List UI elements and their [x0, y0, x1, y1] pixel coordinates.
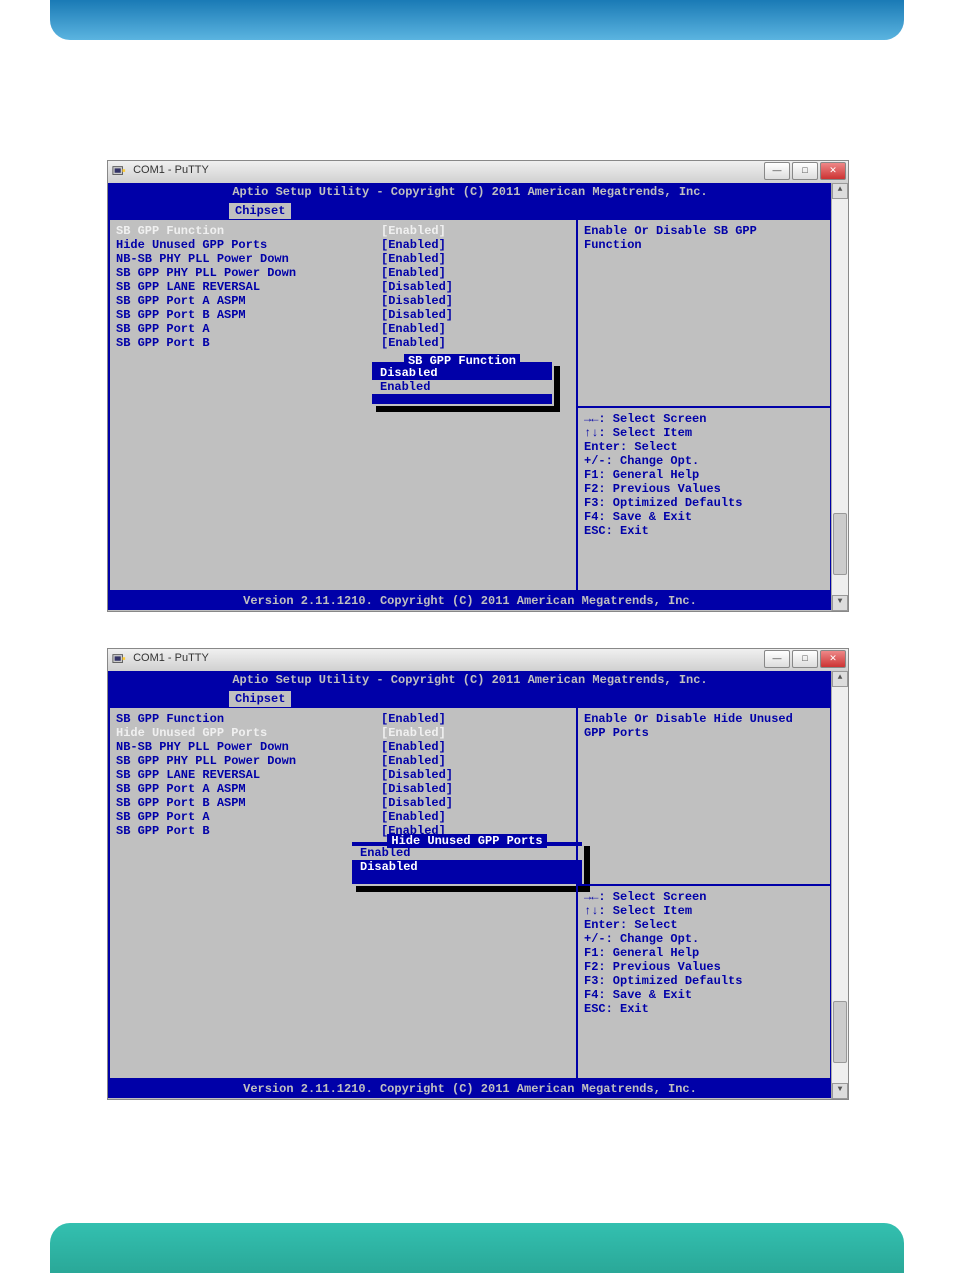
- help-divider: [578, 406, 830, 408]
- setting-row[interactable]: SB GPP Port A[Enabled]: [116, 322, 576, 336]
- bios-body: SB GPP Function[Enabled] Hide Unused GPP…: [108, 220, 832, 592]
- nav-hint: F1: General Help: [584, 468, 824, 482]
- help-text: Enable Or Disable Hide Unused: [584, 712, 824, 726]
- nav-hint: ESC: Exit: [584, 1002, 824, 1016]
- help-panel: Enable Or Disable SB GPP Function →←: Se…: [576, 220, 830, 590]
- nav-hint: ↑↓: Select Item: [584, 426, 824, 440]
- scroll-up-icon[interactable]: ▲: [832, 183, 848, 199]
- setting-row[interactable]: SB GPP Port B[Enabled]: [116, 336, 576, 350]
- scroll-up-icon[interactable]: ▲: [832, 671, 848, 687]
- nav-hint: F2: Previous Values: [584, 960, 824, 974]
- help-divider: [578, 884, 830, 886]
- bios-body: SB GPP Function[Enabled] Hide Unused GPP…: [108, 708, 832, 1080]
- nav-hint: →←: Select Screen: [584, 890, 824, 904]
- popup-sb-gpp-function: SB GPP Function Disabled Enabled: [370, 360, 554, 406]
- maximize-button[interactable]: □: [792, 162, 818, 180]
- nav-hint: F4: Save & Exit: [584, 988, 824, 1002]
- tab-chipset[interactable]: Chipset: [228, 202, 292, 220]
- close-button[interactable]: ✕: [820, 650, 846, 668]
- popup-option-enabled[interactable]: Enabled: [372, 380, 552, 394]
- terminal-area: Aptio Setup Utility - Copyright (C) 2011…: [108, 183, 832, 611]
- tab-chipset[interactable]: Chipset: [228, 690, 292, 708]
- minimize-button[interactable]: —: [764, 650, 790, 668]
- page-header-bar: [50, 0, 904, 40]
- nav-hint: ↑↓: Select Item: [584, 904, 824, 918]
- minimize-button[interactable]: —: [764, 162, 790, 180]
- setting-row[interactable]: SB GPP LANE REVERSAL[Disabled]: [116, 280, 576, 294]
- nav-hint: F3: Optimized Defaults: [584, 974, 824, 988]
- putty-icon: [112, 652, 126, 666]
- page-footer-bar: [50, 1223, 904, 1273]
- vertical-scrollbar[interactable]: ▲ ▼: [831, 183, 848, 611]
- help-text: GPP Ports: [584, 726, 824, 740]
- setting-row[interactable]: SB GPP Port B ASPM[Disabled]: [116, 796, 576, 810]
- setting-row[interactable]: SB GPP Port A ASPM[Disabled]: [116, 782, 576, 796]
- maximize-button[interactable]: □: [792, 650, 818, 668]
- help-panel: Enable Or Disable Hide Unused GPP Ports …: [576, 708, 830, 1078]
- bios-footer: Version 2.11.1210. Copyright (C) 2011 Am…: [108, 1080, 832, 1098]
- setting-row[interactable]: SB GPP Function[Enabled]: [116, 224, 576, 238]
- window-title: COM1 - PuTTY: [133, 164, 209, 176]
- setting-row[interactable]: Hide Unused GPP Ports[Enabled]: [116, 238, 576, 252]
- setting-row[interactable]: SB GPP LANE REVERSAL[Disabled]: [116, 768, 576, 782]
- window-title: COM1 - PuTTY: [133, 652, 209, 664]
- scroll-thumb[interactable]: [833, 513, 847, 575]
- setting-row[interactable]: SB GPP Port A ASPM[Disabled]: [116, 294, 576, 308]
- popup-option-disabled[interactable]: Disabled: [352, 860, 582, 874]
- nav-hint: F3: Optimized Defaults: [584, 496, 824, 510]
- popup-option-disabled[interactable]: Disabled: [372, 366, 552, 380]
- nav-hint: →←: Select Screen: [584, 412, 824, 426]
- popup-option-enabled[interactable]: Enabled: [352, 846, 582, 860]
- popup-title: SB GPP Function: [372, 354, 552, 368]
- popup-hide-unused-gpp-ports: Hide Unused GPP Ports Enabled Disabled: [350, 840, 584, 886]
- help-text: Function: [584, 238, 824, 252]
- bios-tab-row: Chipset: [108, 201, 832, 220]
- setting-row[interactable]: SB GPP Function[Enabled]: [116, 712, 576, 726]
- scroll-down-icon[interactable]: ▼: [832, 595, 848, 611]
- nav-hint: Enter: Select: [584, 440, 824, 454]
- nav-hint: Enter: Select: [584, 918, 824, 932]
- popup-title: Hide Unused GPP Ports: [352, 834, 582, 848]
- putty-window-1: COM1 - PuTTY — □ ✕ Aptio Setup Utility -…: [107, 160, 849, 612]
- bios-header: Aptio Setup Utility - Copyright (C) 2011…: [108, 671, 832, 689]
- nav-hint: +/-: Change Opt.: [584, 454, 824, 468]
- bios-tab-row: Chipset: [108, 689, 832, 708]
- terminal-area: Aptio Setup Utility - Copyright (C) 2011…: [108, 671, 832, 1099]
- setting-row[interactable]: SB GPP Port B ASPM[Disabled]: [116, 308, 576, 322]
- window-title-bar[interactable]: COM1 - PuTTY — □ ✕: [108, 649, 848, 672]
- close-button[interactable]: ✕: [820, 162, 846, 180]
- settings-panel: SB GPP Function[Enabled] Hide Unused GPP…: [110, 220, 582, 590]
- nav-hint: F4: Save & Exit: [584, 510, 824, 524]
- nav-hint: +/-: Change Opt.: [584, 932, 824, 946]
- bios-footer: Version 2.11.1210. Copyright (C) 2011 Am…: [108, 592, 832, 610]
- nav-hint: F1: General Help: [584, 946, 824, 960]
- setting-row[interactable]: NB-SB PHY PLL Power Down[Enabled]: [116, 740, 576, 754]
- scroll-thumb[interactable]: [833, 1001, 847, 1063]
- scroll-down-icon[interactable]: ▼: [832, 1083, 848, 1099]
- setting-row[interactable]: NB-SB PHY PLL Power Down[Enabled]: [116, 252, 576, 266]
- setting-row[interactable]: SB GPP PHY PLL Power Down[Enabled]: [116, 754, 576, 768]
- help-text: Enable Or Disable SB GPP: [584, 224, 824, 238]
- window-title-bar[interactable]: COM1 - PuTTY — □ ✕: [108, 161, 848, 184]
- bios-header: Aptio Setup Utility - Copyright (C) 2011…: [108, 183, 832, 201]
- putty-window-2: COM1 - PuTTY — □ ✕ Aptio Setup Utility -…: [107, 648, 849, 1100]
- setting-row[interactable]: SB GPP Port A[Enabled]: [116, 810, 576, 824]
- settings-panel: SB GPP Function[Enabled] Hide Unused GPP…: [110, 708, 582, 1078]
- setting-row[interactable]: Hide Unused GPP Ports[Enabled]: [116, 726, 576, 740]
- nav-hint: ESC: Exit: [584, 524, 824, 538]
- vertical-scrollbar[interactable]: ▲ ▼: [831, 671, 848, 1099]
- putty-icon: [112, 164, 126, 178]
- nav-hint: F2: Previous Values: [584, 482, 824, 496]
- setting-row[interactable]: SB GPP PHY PLL Power Down[Enabled]: [116, 266, 576, 280]
